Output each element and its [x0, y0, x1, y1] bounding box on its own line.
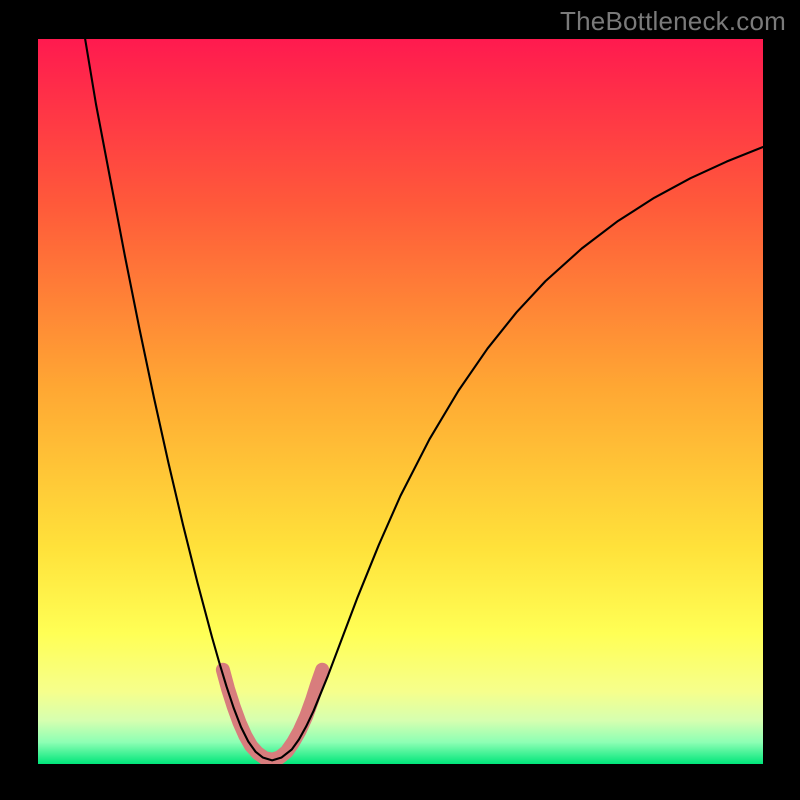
plot-background: [38, 39, 763, 764]
bottleneck-chart: [38, 39, 763, 764]
chart-frame: TheBottleneck.com: [0, 0, 800, 800]
watermark-text: TheBottleneck.com: [560, 6, 786, 37]
